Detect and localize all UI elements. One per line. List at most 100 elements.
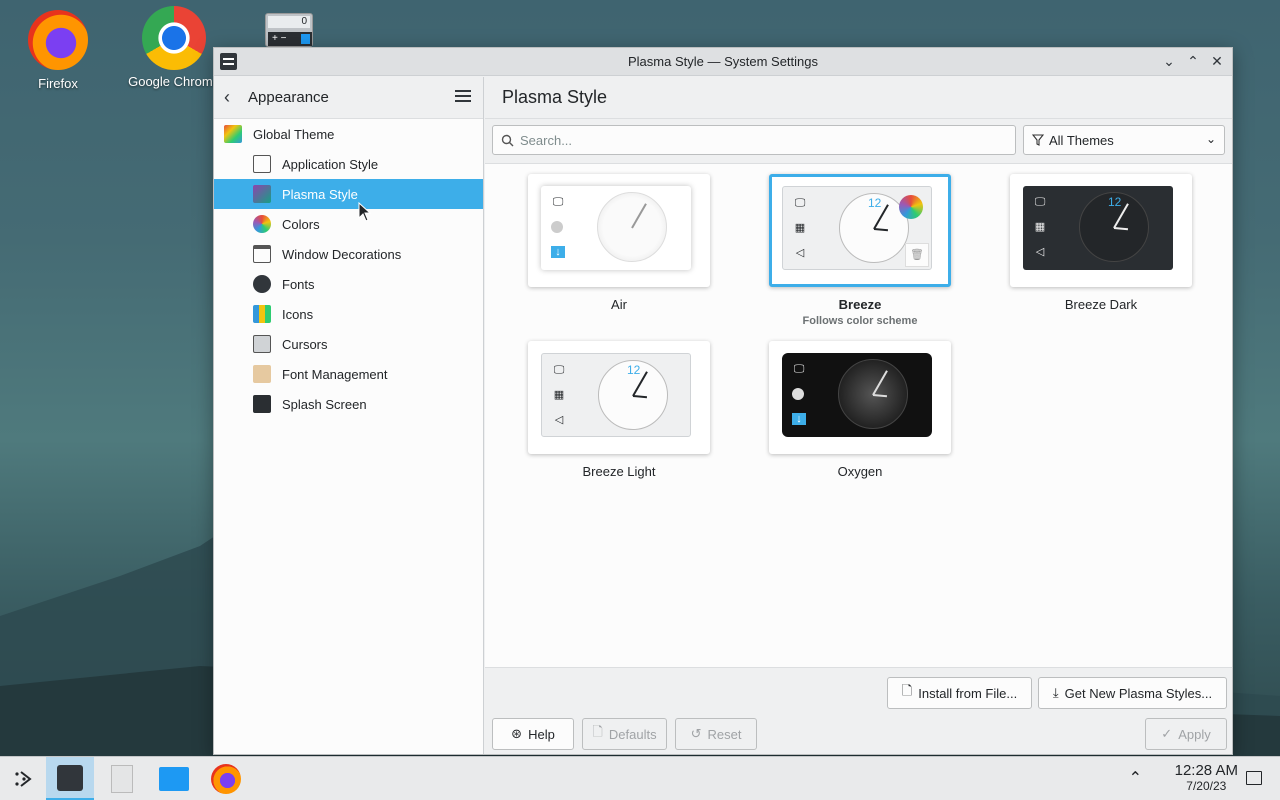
- search-field[interactable]: [492, 125, 1016, 155]
- theme-thumbnail: 🖵 ▦ ◁ 12 🗑: [769, 174, 951, 287]
- taskbar-file-manager[interactable]: [150, 757, 198, 800]
- document-icon: [111, 765, 133, 793]
- theme-card-breeze-light[interactable]: 🖵 ▦ ◁ 12 Breeze Light: [528, 341, 710, 479]
- sidebar-item-label: Global Theme: [253, 126, 335, 142]
- calculator-widget[interactable]: 0 + −: [265, 13, 313, 47]
- get-new-plasma-styles-button[interactable]: ⤓ Get New Plasma Styles...: [1038, 677, 1227, 709]
- sidebar-item-fonts[interactable]: Fonts: [214, 269, 483, 299]
- theme-thumbnail: 🖵 ↓: [528, 174, 710, 287]
- back-circle-icon: ◁: [554, 414, 564, 426]
- help-button[interactable]: ⊛ Help: [492, 718, 574, 750]
- sidebar-item-label: Font Management: [282, 366, 388, 382]
- search-icon: [501, 134, 514, 146]
- help-icon: ⊛: [511, 726, 523, 741]
- sidebar-item-icons[interactable]: Icons: [214, 299, 483, 329]
- theme-name: Breeze: [838, 297, 882, 312]
- color-wheel-icon: [899, 195, 923, 219]
- theme-card-breeze[interactable]: 🖵 ▦ ◁ 12 🗑 Breeze Follows color scheme: [769, 174, 951, 327]
- sidebar-item-plasma-style[interactable]: Plasma Style: [214, 179, 483, 209]
- apply-button[interactable]: ✓ Apply: [1145, 718, 1227, 750]
- window-title: Plasma Style — System Settings: [627, 54, 818, 69]
- sidebar-item-label: Icons: [282, 306, 314, 322]
- desktop-icon-firefox[interactable]: Firefox: [10, 10, 106, 91]
- sidebar-item-splash-screen[interactable]: Splash Screen: [214, 389, 483, 419]
- sidebar-item-colors[interactable]: Colors: [214, 209, 483, 239]
- desktop-icon-label: Firefox: [38, 76, 78, 91]
- theme-thumbnail: 🖵 ▦ ◁ 12: [1010, 174, 1192, 287]
- theme-card-oxygen[interactable]: 🖵 ↓ Oxygen: [769, 341, 951, 479]
- application-launcher-button[interactable]: [0, 757, 48, 800]
- theme-filter-dropdown[interactable]: All Themes ⌄: [1023, 125, 1225, 155]
- splash-screen-icon: [253, 395, 271, 413]
- hamburger-menu-icon[interactable]: [455, 90, 471, 103]
- theme-card-air[interactable]: 🖵 ↓ Air: [528, 174, 710, 312]
- sidebar-item-label: Colors: [282, 216, 320, 232]
- defaults-button[interactable]: 🗋 Defaults: [582, 718, 667, 750]
- theme-grid: 🖵 ↓ Air 🖵 ▦ ◁ 12 🗑 Breeze Follows color …: [485, 163, 1232, 668]
- download-icon: ↓: [551, 246, 565, 258]
- chevron-down-icon: ⌄: [1205, 132, 1216, 146]
- close-button[interactable]: ✕: [1208, 52, 1226, 70]
- desktop-icon-chrome[interactable]: Google Chrome: [126, 6, 222, 91]
- folder-icon: [159, 767, 189, 791]
- taskbar-system-settings[interactable]: [46, 757, 94, 800]
- calculator-equals-key[interactable]: [301, 34, 310, 44]
- window-titlebar[interactable]: Plasma Style — System Settings ⌄ ⌃ ✕: [214, 48, 1232, 76]
- system-tray-expand-icon[interactable]: ⌃: [1129, 768, 1142, 788]
- sidebar-item-label: Window Decorations: [282, 246, 402, 262]
- page-title: Plasma Style: [485, 77, 1232, 119]
- filter-icon: [1032, 134, 1044, 146]
- reset-icon: ↺: [690, 726, 702, 741]
- clock-date: 7/20/23: [1186, 779, 1227, 793]
- back-arrow-icon[interactable]: ‹: [224, 87, 242, 108]
- monitor-icon: 🖵: [794, 197, 806, 209]
- sidebar-item-label: Application Style: [282, 156, 379, 172]
- theme-card-breeze-dark[interactable]: 🖵 ▦ ◁ 12 Breeze Dark: [1010, 174, 1192, 312]
- global-theme-icon: [224, 125, 242, 143]
- taskbar-firefox[interactable]: [202, 757, 250, 800]
- download-icon: ⤓: [1052, 685, 1059, 700]
- calculator-keys[interactable]: + −: [268, 32, 312, 46]
- maximize-button[interactable]: ⌃: [1184, 52, 1202, 70]
- sidebar: ‹ Appearance Global Theme Application Sty…: [214, 77, 484, 754]
- grid-icon: ▦: [553, 389, 565, 401]
- icons-icon: [253, 305, 271, 323]
- mouse-cursor-icon: [358, 202, 372, 222]
- clock-time: 12:28 AM: [1174, 762, 1238, 779]
- grid-icon: ▦: [1034, 221, 1046, 233]
- monitor-icon: 🖵: [793, 363, 805, 375]
- install-from-file-button[interactable]: 🗋 Install from File...: [887, 677, 1032, 709]
- sidebar-title: Appearance: [248, 89, 329, 106]
- show-desktop-icon[interactable]: [1246, 771, 1262, 785]
- theme-name: Air: [611, 297, 627, 312]
- digital-clock[interactable]: 12:28 AM 7/20/23: [1175, 762, 1238, 793]
- system-settings-app-icon[interactable]: [220, 53, 237, 70]
- more-icon: [792, 388, 804, 400]
- taskbar: ⌃ 12:28 AM 7/20/23: [0, 756, 1280, 800]
- sidebar-item-font-management[interactable]: Font Management: [214, 359, 483, 389]
- trash-icon[interactable]: 🗑: [905, 243, 929, 267]
- more-icon: [551, 221, 563, 233]
- clock-numeral: 12: [868, 196, 882, 210]
- sidebar-item-global-theme[interactable]: Global Theme: [214, 119, 483, 149]
- application-style-icon: [253, 155, 271, 173]
- theme-thumbnail: 🖵 ↓: [769, 341, 951, 454]
- theme-name: Breeze Dark: [1064, 297, 1138, 312]
- sidebar-item-window-decorations[interactable]: Window Decorations: [214, 239, 483, 269]
- system-settings-icon: [57, 764, 83, 791]
- clock-numeral: 12: [1108, 195, 1122, 209]
- monitor-icon: 🖵: [553, 364, 565, 376]
- grid-icon: ▦: [794, 222, 806, 234]
- reset-button[interactable]: ↺ Reset: [675, 718, 757, 750]
- desktop-icon-label: Google Chrome: [128, 74, 220, 89]
- sidebar-item-label: Plasma Style: [282, 186, 358, 202]
- sidebar-item-cursors[interactable]: Cursors: [214, 329, 483, 359]
- sidebar-item-application-style[interactable]: Application Style: [214, 149, 483, 179]
- monitor-icon: 🖵: [552, 196, 564, 208]
- taskbar-document[interactable]: [98, 757, 146, 800]
- fonts-icon: [253, 275, 271, 293]
- sidebar-item-label: Cursors: [282, 336, 328, 352]
- back-circle-icon: ◁: [795, 247, 805, 259]
- search-input[interactable]: [520, 132, 983, 148]
- minimize-button[interactable]: ⌄: [1160, 52, 1178, 70]
